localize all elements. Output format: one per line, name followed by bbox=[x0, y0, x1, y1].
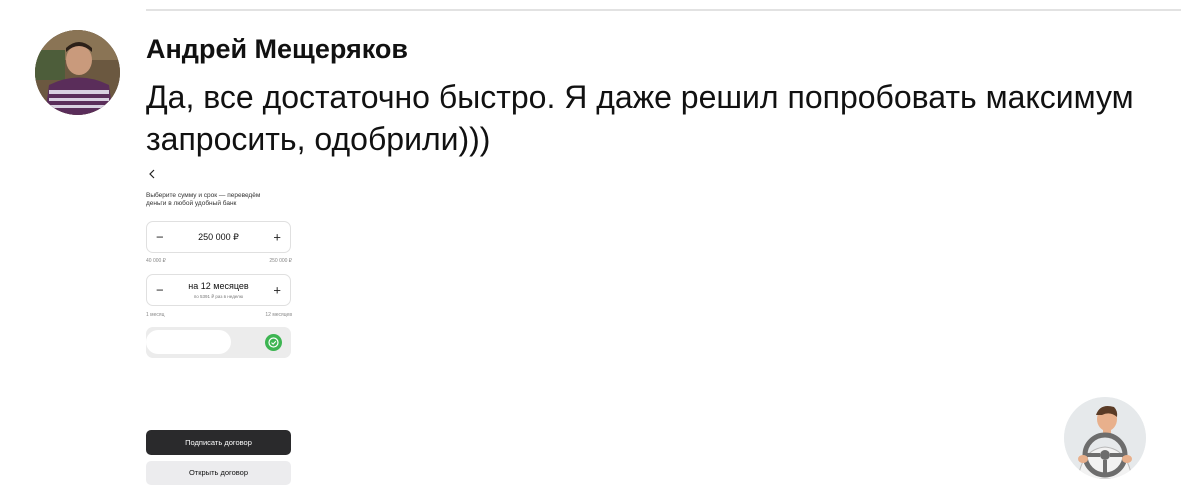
attached-screenshot[interactable]: Выберите сумму и срок — переведём деньги… bbox=[146, 165, 292, 490]
comment-page: Андрей Мещеряков Да, все достаточно быст… bbox=[0, 0, 1181, 495]
amount-max-label: 250 000 ₽ bbox=[269, 258, 292, 264]
sign-contract-button: Подписать договор bbox=[146, 430, 291, 455]
amount-stepper: − 250 000 ₽ + bbox=[146, 221, 291, 253]
avatar-photo bbox=[35, 30, 120, 115]
term-stepper: − на 12 месяцев по 5391 ₽ раз в неделю + bbox=[146, 274, 291, 306]
term-min-label: 1 месяц bbox=[146, 312, 165, 318]
driver-mascot-icon[interactable] bbox=[1064, 397, 1146, 479]
author-name[interactable]: Андрей Мещеряков bbox=[146, 34, 408, 65]
toggle-bar bbox=[146, 327, 291, 358]
intro-text: Выберите сумму и срок — переведём деньги… bbox=[146, 192, 261, 207]
amount-min-label: 40 000 ₽ bbox=[146, 258, 166, 264]
toggle-field bbox=[146, 330, 231, 354]
check-circle-icon bbox=[265, 334, 282, 351]
term-payment-note: по 5391 ₽ раз в неделю bbox=[193, 294, 244, 299]
comment-text: Да, все достаточно быстро. Я даже решил … bbox=[146, 79, 1134, 157]
open-contract-button: Открыть договор bbox=[146, 461, 291, 485]
chevron-left-icon bbox=[148, 169, 156, 181]
term-value: на 12 месяцев bbox=[188, 281, 249, 291]
plus-icon: + bbox=[273, 229, 281, 245]
plus-icon: + bbox=[273, 282, 281, 298]
term-max-label: 12 месяцев bbox=[265, 312, 292, 318]
divider bbox=[146, 9, 1181, 11]
amount-value: 250 000 ₽ bbox=[198, 232, 239, 242]
avatar[interactable] bbox=[35, 30, 120, 115]
